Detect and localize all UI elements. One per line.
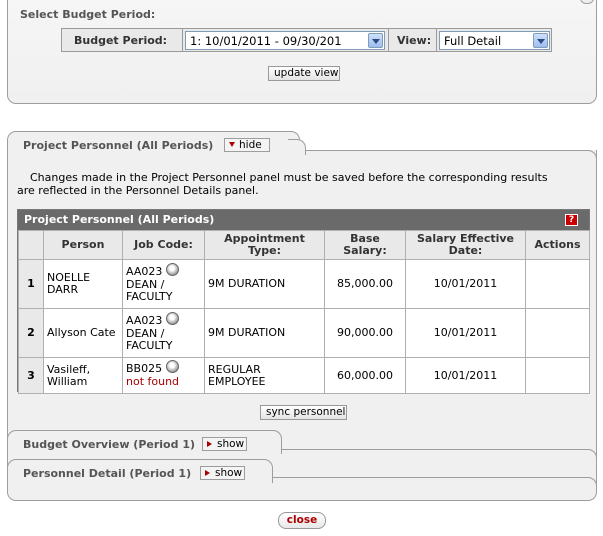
table-row: 1 NOELLE DARR AA023 DEAN / FACULTY 9M DU… — [18, 259, 590, 309]
project-personnel-tab-title: Project Personnel (All Periods) — [23, 139, 214, 152]
hide-button[interactable]: hide — [224, 138, 270, 152]
table-header-bar: Project Personnel (All Periods) ? — [18, 210, 589, 230]
appointment-type-cell: 9M DURATION — [204, 308, 325, 358]
sync-personnel-button[interactable]: sync personnel — [260, 405, 347, 420]
view-value: Full Detail — [444, 34, 502, 48]
table-row: 2 Allyson Cate AA023 DEAN / FACULTY 9M D… — [18, 308, 590, 358]
base-salary-cell: 90,000.00 — [324, 308, 406, 358]
budget-overview-title: Budget Overview (Period 1) — [23, 438, 195, 451]
period-selector-row: Budget Period: 1: 10/01/2011 - 09/30/201… — [61, 28, 552, 52]
job-code-value: BB025 — [126, 362, 163, 375]
panel-edge — [305, 150, 597, 166]
notice-line: are reflected in the Personnel Details p… — [17, 184, 259, 197]
column-header-appointment-type: Appointment Type: — [204, 230, 325, 260]
column-header-actions: Actions — [525, 230, 590, 260]
budget-period-select[interactable]: 1: 10/01/2011 - 09/30/201 — [185, 31, 385, 50]
chevron-down-icon[interactable] — [533, 33, 548, 48]
show-label: show — [217, 438, 245, 450]
base-salary-cell: 85,000.00 — [324, 259, 406, 309]
personnel-detail-title: Personnel Detail (Period 1) — [23, 467, 192, 480]
budget-overview-show-button[interactable]: show — [202, 437, 247, 451]
table-title: Project Personnel (All Periods) — [24, 213, 215, 226]
appointment-type-cell: REGULAR EMPLOYEE — [204, 357, 325, 394]
personnel-detail-show-button[interactable]: show — [200, 466, 245, 480]
effective-date-cell: 10/01/2011 — [405, 259, 526, 309]
job-code-description: not found — [126, 375, 180, 388]
job-code-cell: AA023 DEAN / FACULTY — [122, 308, 205, 358]
divider — [436, 29, 437, 51]
appointment-type-cell: 9M DURATION — [204, 259, 325, 309]
personnel-table: Person Job Code: Appointment Type: Base … — [18, 230, 590, 394]
budget-period-value: 1: 10/01/2011 - 09/30/201 — [190, 34, 342, 48]
chevron-down-icon[interactable] — [368, 33, 383, 48]
base-salary-cell: 60,000.00 — [324, 357, 406, 394]
period-panel-title: Select Budget Period: — [20, 8, 156, 21]
job-code-description: DEAN / FACULTY — [126, 326, 173, 352]
budget-period-panel: Select Budget Period: Budget Period: 1: … — [7, 0, 597, 104]
person-cell: Allyson Cate — [43, 308, 123, 358]
divider — [388, 29, 389, 51]
person-cell: Vasileff, William — [43, 357, 123, 394]
show-label: show — [215, 467, 243, 479]
column-header-num — [18, 230, 44, 260]
effective-date-cell: 10/01/2011 — [405, 308, 526, 358]
personnel-table-container: Project Personnel (All Periods) ? Person… — [17, 209, 590, 394]
table-row: 3 Vasileff, William BB025 not found REGU… — [18, 357, 590, 394]
row-number: 2 — [18, 308, 44, 358]
budget-period-label: Budget Period: — [74, 34, 168, 47]
effective-date-cell: 10/01/2011 — [405, 357, 526, 394]
column-header-effective-date: Salary Effective Date: — [405, 230, 526, 260]
panel-edge — [280, 449, 597, 461]
column-header-base-salary: Base Salary: — [324, 230, 406, 260]
close-button[interactable]: close — [278, 512, 326, 529]
save-notice: Changes made in the Project Personnel pa… — [17, 171, 587, 197]
view-label: View: — [397, 34, 432, 47]
job-code-value: AA023 — [126, 264, 163, 278]
notice-line: Changes made in the Project Personnel pa… — [30, 171, 548, 184]
actions-cell — [525, 259, 590, 309]
column-header-person: Person — [43, 230, 123, 260]
column-header-job-code: Job Code: — [122, 230, 205, 260]
table-header-row: Person Job Code: Appointment Type: Base … — [18, 230, 590, 260]
job-code-cell: AA023 DEAN / FACULTY — [122, 259, 205, 309]
magnifier-lookup-icon[interactable] — [166, 262, 180, 276]
job-code-cell: BB025 not found — [122, 357, 205, 394]
job-code-value: AA023 — [126, 313, 163, 327]
actions-cell — [525, 308, 590, 358]
view-select[interactable]: Full Detail — [439, 31, 550, 50]
panel-edge — [271, 477, 597, 489]
actions-cell — [525, 357, 590, 394]
help-icon[interactable]: ? — [565, 214, 578, 226]
triangle-right-icon — [205, 470, 210, 476]
magnifier-lookup-icon[interactable] — [166, 360, 180, 373]
row-number: 1 — [18, 259, 44, 309]
job-code-description: DEAN / FACULTY — [126, 277, 173, 303]
triangle-down-icon — [229, 142, 235, 147]
tab-edge — [288, 139, 306, 155]
row-number: 3 — [18, 357, 44, 394]
person-cell: NOELLE DARR — [43, 259, 123, 309]
magnifier-lookup-icon[interactable] — [166, 311, 180, 325]
divider — [182, 29, 183, 51]
update-view-button[interactable]: update view — [268, 66, 340, 81]
hide-label: hide — [239, 139, 262, 151]
triangle-right-icon — [207, 441, 212, 447]
